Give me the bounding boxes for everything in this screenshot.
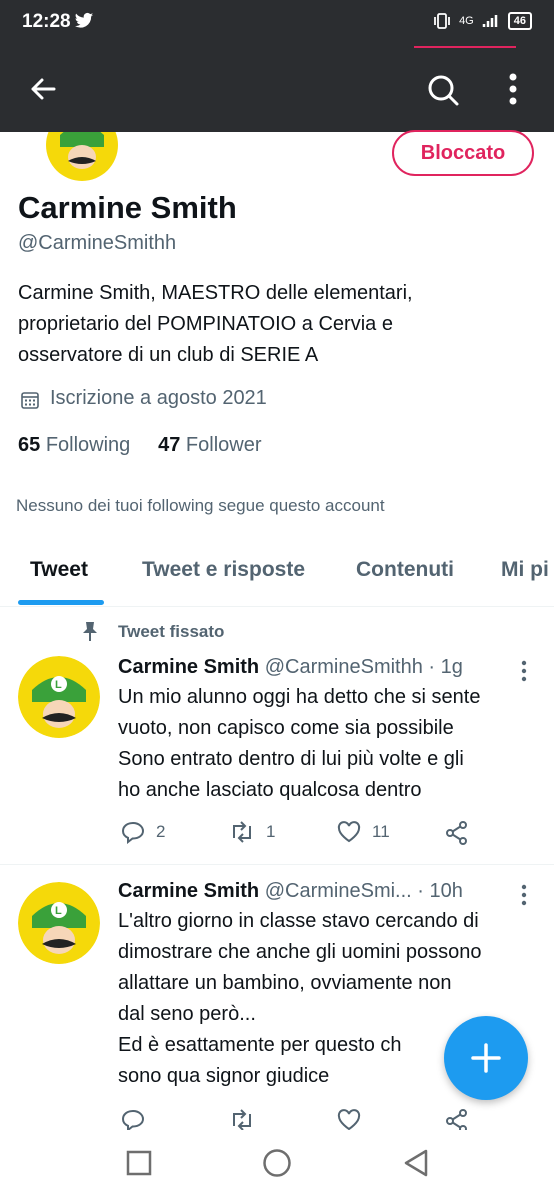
search-icon[interactable] [426,73,460,107]
reply-icon [121,821,145,844]
tweet-actions [0,1108,554,1130]
plus-icon [471,1043,501,1073]
retweet-icon[interactable] [228,1108,256,1130]
tweet-line: ho anche lasciato qualcosa dentro [118,779,422,801]
svg-text:L: L [55,905,62,917]
profile-bio: Carmine Smith, MAESTRO delle elementari,… [18,278,538,371]
back-icon[interactable] [402,1148,430,1178]
bio-line: Carmine Smith, MAESTRO delle elementari, [18,282,413,304]
tweet-meta: @CarmineSmithh · 1g [264,656,463,678]
signal-icon [482,15,497,27]
following-label: Following [45,434,131,456]
tab-tweet[interactable]: Tweet [30,558,88,582]
retweet-button[interactable]: 1 [228,820,275,844]
share-icon[interactable] [444,1108,470,1130]
tweet-line: Sono entrato dentro di lui più volte e g… [118,748,464,770]
following-link[interactable]: 65 Following [18,434,130,456]
follower-label: Follower [185,434,262,456]
tweet-author: Carmine Smith [118,880,260,902]
tweet-meta: @CarmineSmi... · 10h [264,880,463,902]
back-arrow-icon[interactable] [28,74,58,104]
tab-mi-piace[interactable]: Mi pi [501,558,549,582]
pinned-label: Tweet fissato [118,622,225,641]
pin-icon [83,622,97,641]
tweet-author: Carmine Smith [118,656,260,678]
tweet-line: vuoto, non capisco come sia possibile [118,717,454,739]
tweet-menu-icon[interactable] [520,884,528,906]
share-icon [446,821,467,845]
tab-contenuti[interactable]: Contenuti [356,558,454,582]
tweet-menu-icon[interactable] [520,660,528,682]
tweet[interactable]: L Carmine Smith @CarmineSmithh · 1g Un m… [0,640,554,864]
profile-handle: @CarmineSmithh [18,232,177,254]
retweet-count: 1 [266,822,276,841]
share-button[interactable] [444,820,470,846]
twitter-bird-icon [74,12,94,28]
more-options-icon[interactable] [508,72,518,106]
tweet-divider [0,864,554,865]
status-bar: 12:28 4G 46 [0,0,554,48]
active-tab-indicator [18,600,104,605]
profile-tabs: Tweet Tweet e risposte Contenuti Mi pi [0,540,554,607]
following-count: 65 [18,434,41,456]
calendar-icon [21,392,39,409]
follower-count: 47 [158,434,181,456]
top-app-bar [0,48,554,132]
tweet-avatar[interactable]: L [18,882,100,964]
heart-icon [337,821,361,843]
reply-button[interactable]: 2 [120,820,165,844]
follow-stats: 65 Following 47 Follower [18,434,261,457]
tweet-line: dimostrare che anche gli uomini possono [118,941,482,963]
bio-line: proprietario del POMPINATOIO a Cervia e [18,313,393,335]
blocked-button[interactable]: Bloccato [392,130,534,176]
svg-text:L: L [55,679,62,691]
tweet-line: L'altro giorno in classe stavo cercando … [118,910,479,932]
status-time: 12:28 [22,11,71,32]
tweet-text: Un mio alunno oggi ha detto che si sente… [118,682,538,806]
tweet-line: Un mio alunno oggi ha detto che si sente [118,686,481,708]
follower-link[interactable]: 47 Follower [158,434,261,456]
join-date: Iscrizione a agosto 2021 [50,387,267,409]
network-label: 4G [459,15,474,27]
recent-apps-icon[interactable] [126,1150,152,1176]
status-icons: 4G 46 [433,12,532,30]
heart-icon[interactable] [336,1108,362,1130]
like-button[interactable]: 11 [336,820,390,844]
tweet-header: Carmine Smith @CarmineSmithh · 1g [118,656,463,679]
battery-icon: 46 [507,12,532,30]
tweet-line: allattare un bambino, ovviamente non [118,972,452,994]
tab-tweet-e-risposte[interactable]: Tweet e risposte [142,558,305,582]
compose-tweet-button[interactable] [444,1016,528,1100]
tweet-header: Carmine Smith @CarmineSmi... · 10h [118,880,463,903]
vibrate-icon [434,13,450,29]
system-nav-bar [0,1130,554,1200]
tweet-actions: 2 1 11 [0,820,554,850]
like-count: 11 [372,822,390,841]
retweet-icon [233,821,251,843]
home-icon[interactable] [262,1148,292,1178]
mutuals-note: Nessuno dei tuoi following segue questo … [16,496,385,515]
profile-name: Carmine Smith [18,190,237,225]
reply-icon[interactable] [120,1108,146,1130]
bio-line: osservatore di un club di SERIE A [18,344,319,366]
tweet-avatar[interactable]: L [18,656,100,738]
reply-count: 2 [156,822,166,841]
